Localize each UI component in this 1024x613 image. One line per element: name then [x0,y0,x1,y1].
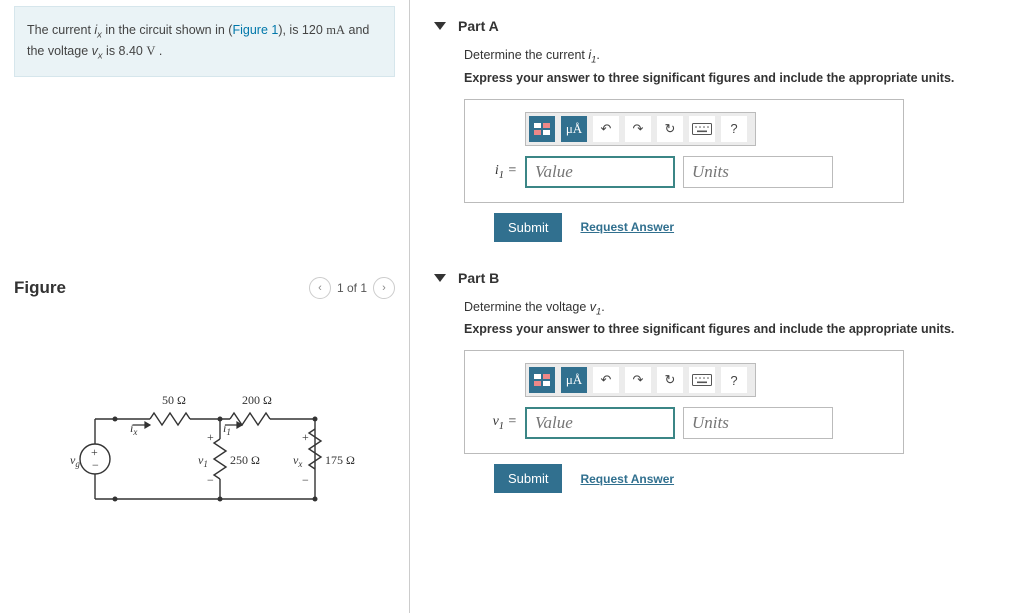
answer-box: μÅ ↶ ↷ ↻ ? i1 = [464,99,904,203]
part-question: Determine the current i1. [464,48,1024,65]
svg-text:vg: vg [70,453,80,469]
collapse-icon[interactable] [434,274,446,282]
keyboard-icon[interactable] [689,116,715,142]
units-input[interactable] [683,407,833,439]
svg-text:−: − [207,473,214,487]
part-instruction: Express your answer to three significant… [464,322,1024,336]
undo-icon[interactable]: ↶ [593,367,619,393]
help-icon[interactable]: ? [721,367,747,393]
redo-icon[interactable]: ↷ [625,367,651,393]
svg-text:ix: ix [130,421,137,437]
figure-pager-text: 1 of 1 [337,281,367,295]
svg-text:i1: i1 [223,421,231,437]
figure-link[interactable]: Figure 1 [232,23,278,37]
svg-text:+: + [207,430,214,444]
units-icon[interactable]: μÅ [561,367,587,393]
answer-variable-label: v1 = [485,414,517,432]
figure-title: Figure [14,278,66,298]
reset-icon[interactable]: ↻ [657,367,683,393]
svg-text:250 Ω: 250 Ω [230,453,260,467]
request-answer-link[interactable]: Request Answer [580,472,674,486]
units-input[interactable] [683,156,833,188]
submit-button[interactable]: Submit [494,464,562,493]
keyboard-icon[interactable] [689,367,715,393]
value-input[interactable] [525,407,675,439]
formula-toolbar: μÅ ↶ ↷ ↻ ? [525,112,756,146]
svg-text:+: + [302,430,309,444]
svg-text:−: − [302,473,309,487]
svg-text:50 Ω: 50 Ω [162,393,186,407]
formula-toolbar: μÅ ↶ ↷ ↻ ? [525,363,756,397]
figure-prev-button[interactable]: ‹ [309,277,331,299]
part-title: Part A [458,18,499,34]
redo-icon[interactable]: ↷ [625,116,651,142]
circuit-diagram: 50 Ω 200 Ω 250 Ω 175 Ω vg ix i1 v1 vx + … [0,369,409,519]
reset-icon[interactable]: ↻ [657,116,683,142]
figure-next-button[interactable]: › [373,277,395,299]
svg-text:200 Ω: 200 Ω [242,393,272,407]
part-question: Determine the voltage v1. [464,300,1024,317]
part-instruction: Express your answer to three significant… [464,71,1024,85]
value-input[interactable] [525,156,675,188]
svg-text:−: − [92,458,99,472]
request-answer-link[interactable]: Request Answer [580,220,674,234]
answer-variable-label: i1 = [485,163,517,181]
template-icon[interactable] [529,367,555,393]
collapse-icon[interactable] [434,22,446,30]
units-icon[interactable]: μÅ [561,116,587,142]
svg-text:+: + [91,445,98,459]
undo-icon[interactable]: ↶ [593,116,619,142]
problem-statement: The current ix in the circuit shown in (… [14,6,395,77]
help-icon[interactable]: ? [721,116,747,142]
svg-text:vx: vx [293,453,302,469]
part-title: Part B [458,270,499,286]
svg-text:175 Ω: 175 Ω [325,453,355,467]
svg-text:v1: v1 [198,453,208,469]
submit-button[interactable]: Submit [494,213,562,242]
template-icon[interactable] [529,116,555,142]
answer-box: μÅ ↶ ↷ ↻ ? v1 = [464,350,904,454]
